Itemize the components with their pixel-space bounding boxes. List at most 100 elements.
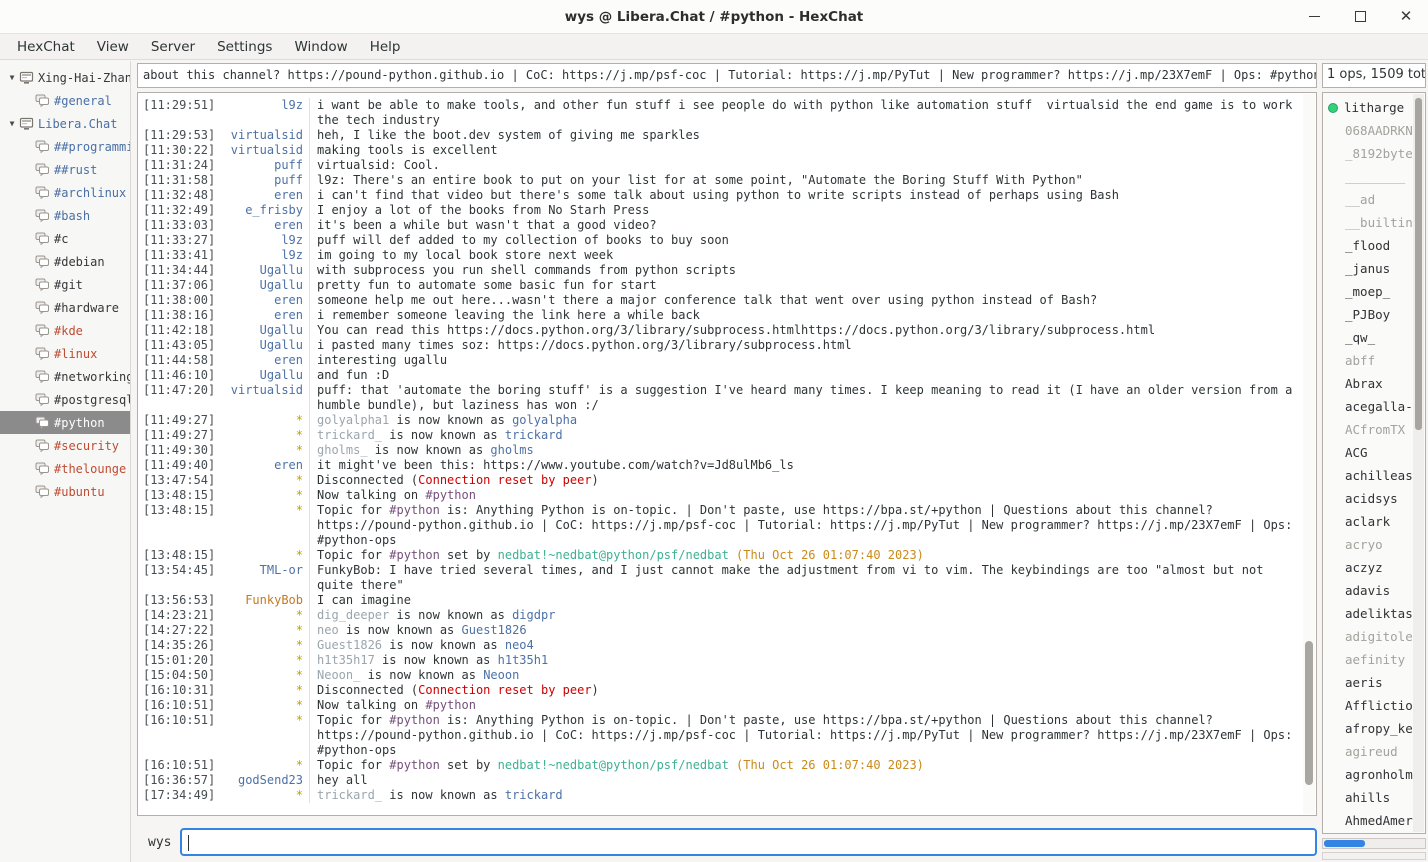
user-achilleas[interactable]: achilleas [1323, 464, 1425, 487]
timestamp: [16:36:57] [143, 773, 217, 788]
network-xing-hai-zhan[interactable]: ▼Xing-Hai-Zhan [0, 66, 130, 89]
close-button[interactable]: ✕ [1398, 9, 1414, 25]
nick: * [217, 653, 309, 668]
channel-ubuntu[interactable]: #ubuntu [0, 480, 130, 503]
channel-thelounge[interactable]: #thelounge [0, 457, 130, 480]
channel-postgresql[interactable]: #postgresql [0, 388, 130, 411]
user-__ad[interactable]: __ad [1323, 188, 1425, 211]
menu-view[interactable]: View [86, 36, 140, 58]
channel-label: #linux [54, 347, 97, 361]
topic-input[interactable]: about this channel? https://pound-python… [137, 63, 1317, 88]
userlist-hscrollbar[interactable] [1322, 838, 1426, 849]
timestamp: [11:32:49] [143, 203, 217, 218]
maximize-button[interactable] [1352, 9, 1368, 25]
user-ACG[interactable]: ACG [1323, 441, 1425, 464]
message-text: i pasted many times soz: https://docs.py… [309, 338, 1302, 353]
chat-message: [11:33:41]l9zim going to my local book s… [143, 248, 1302, 263]
user-aczyz[interactable]: aczyz [1323, 556, 1425, 579]
nick: Ugallu [217, 368, 309, 383]
menu-settings[interactable]: Settings [206, 36, 283, 58]
user-_PJBoy[interactable]: _PJBoy [1323, 303, 1425, 326]
chat-message: [11:38:00]erensomeone help me out here..… [143, 293, 1302, 308]
user-name: agireud [1345, 744, 1398, 759]
userlist-hscrollbar-thumb[interactable] [1324, 840, 1365, 847]
user-name: adavis [1345, 583, 1390, 598]
user-aclark[interactable]: aclark [1323, 510, 1425, 533]
user-name: 068AADRKN [1345, 123, 1413, 138]
channel-rust[interactable]: ##rust [0, 158, 130, 181]
user-litharge[interactable]: litharge [1323, 96, 1425, 119]
menu-server[interactable]: Server [140, 36, 206, 58]
timestamp: [11:33:27] [143, 233, 217, 248]
user-afropy_ke[interactable]: afropy_ke [1323, 717, 1425, 740]
user-_moep_[interactable]: _moep_ [1323, 280, 1425, 303]
channel-icon [35, 439, 54, 452]
expander-icon[interactable]: ▼ [5, 73, 19, 82]
user-_flood[interactable]: _flood [1323, 234, 1425, 257]
user-aeris[interactable]: aeris [1323, 671, 1425, 694]
userlist-scrollbar[interactable] [1413, 94, 1424, 832]
chat-messages[interactable]: [11:29:51]l9zi want be able to make tool… [139, 94, 1302, 814]
channel-networking[interactable]: #networking [0, 365, 130, 388]
channel-linux[interactable]: #linux [0, 342, 130, 365]
chat-scrollbar-thumb[interactable] [1305, 641, 1313, 785]
user-name: ________ [1345, 169, 1405, 184]
window-title: wys @ Libera.Chat / #python - HexChat [565, 9, 864, 25]
userlist-scrollbar-thumb[interactable] [1415, 98, 1422, 430]
user-agronholm[interactable]: agronholm [1323, 763, 1425, 786]
menu-hexchat[interactable]: HexChat [6, 36, 86, 58]
minimize-button[interactable] [1306, 9, 1322, 25]
expander-icon[interactable]: ▼ [5, 119, 19, 128]
chat-message: [11:43:05]Ugallui pasted many times soz:… [143, 338, 1302, 353]
user-acegalla-[interactable]: acegalla- [1323, 395, 1425, 418]
user-aefinity[interactable]: aefinity [1323, 648, 1425, 671]
user-068AADRKN[interactable]: 068AADRKN [1323, 119, 1425, 142]
user-Afflictio[interactable]: Afflictio [1323, 694, 1425, 717]
channel-security[interactable]: #security [0, 434, 130, 457]
network-label: Libera.Chat [38, 117, 117, 131]
chat-scrollbar[interactable] [1303, 94, 1315, 814]
channel-python[interactable]: #python [0, 411, 130, 434]
chat-message: [11:49:30]*gholms_ is now known as gholm… [143, 443, 1302, 458]
channel-hardware[interactable]: #hardware [0, 296, 130, 319]
user-abff[interactable]: abff [1323, 349, 1425, 372]
channel-c[interactable]: #c [0, 227, 130, 250]
user-_qw_[interactable]: _qw_ [1323, 326, 1425, 349]
user-acidsys[interactable]: acidsys [1323, 487, 1425, 510]
user-adeliktas[interactable]: adeliktas [1323, 602, 1425, 625]
user-_janus[interactable]: _janus [1323, 257, 1425, 280]
user-acryo[interactable]: acryo [1323, 533, 1425, 556]
channel-git[interactable]: #git [0, 273, 130, 296]
timestamp: [11:42:18] [143, 323, 217, 338]
message-text: Now talking on #python [309, 488, 1302, 503]
message-input[interactable] [180, 828, 1317, 856]
channel-debian[interactable]: #debian [0, 250, 130, 273]
user-AhmedAmer[interactable]: AhmedAmer [1323, 809, 1425, 832]
channel-general[interactable]: #general [0, 89, 130, 112]
title-bar[interactable]: wys @ Libera.Chat / #python - HexChat ✕ [0, 0, 1428, 34]
channel-bash[interactable]: #bash [0, 204, 130, 227]
channel-icon [35, 301, 54, 314]
user-________[interactable]: ________ [1323, 165, 1425, 188]
user-__builtin[interactable]: __builtin [1323, 211, 1425, 234]
channel-kde[interactable]: #kde [0, 319, 130, 342]
channel-icon [35, 163, 54, 176]
channel-archlinux[interactable]: #archlinux [0, 181, 130, 204]
user-ACfromTX[interactable]: ACfromTX [1323, 418, 1425, 441]
user-name: aeris [1345, 675, 1383, 690]
channel-programming[interactable]: ##programming [0, 135, 130, 158]
user-_8192byte[interactable]: _8192byte [1323, 142, 1425, 165]
nick: * [217, 788, 309, 803]
user-adavis[interactable]: adavis [1323, 579, 1425, 602]
menu-help[interactable]: Help [359, 36, 412, 58]
message-text: pretty fun to automate some basic fun fo… [309, 278, 1302, 293]
channel-icon [35, 347, 54, 360]
user-Abrax[interactable]: Abrax [1323, 372, 1425, 395]
user-agireud[interactable]: agireud [1323, 740, 1425, 763]
user-ahills[interactable]: ahills [1323, 786, 1425, 809]
user-name: acryo [1345, 537, 1383, 552]
network-libera.chat[interactable]: ▼ Libera.Chat [0, 112, 130, 135]
message-text: heh, I like the boot.dev system of givin… [309, 128, 1302, 143]
user-adigitole[interactable]: adigitole [1323, 625, 1425, 648]
menu-window[interactable]: Window [283, 36, 358, 58]
